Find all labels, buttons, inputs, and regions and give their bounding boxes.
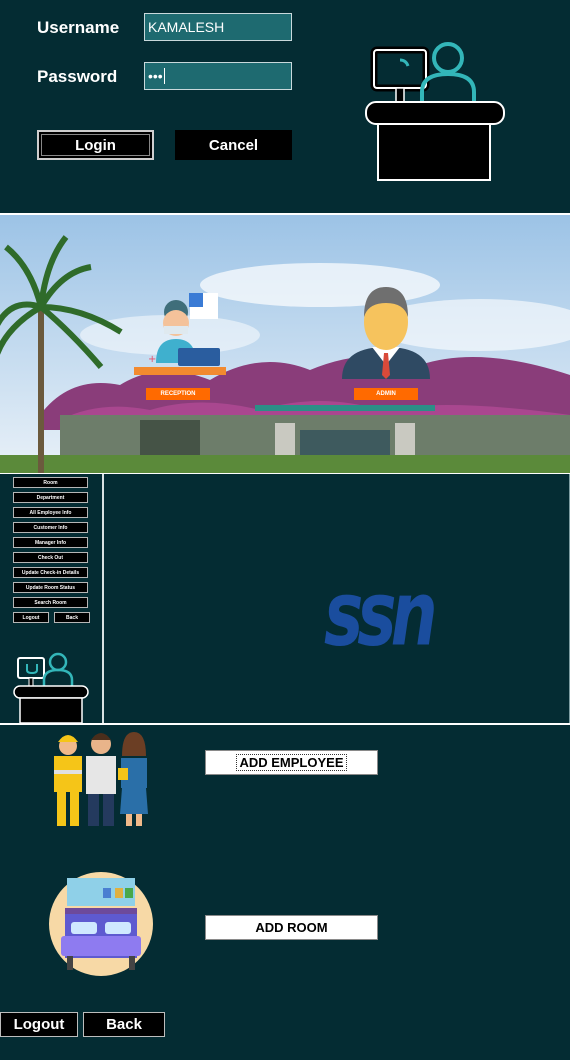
- login-button[interactable]: Login: [37, 130, 154, 160]
- add-employee-button[interactable]: ADD EMPLOYEE: [205, 750, 378, 775]
- password-mask: •••: [148, 68, 163, 84]
- employees-illustration: [54, 732, 148, 826]
- reception-tag[interactable]: RECEPTION: [146, 388, 210, 400]
- room-icon: [49, 872, 153, 976]
- add-room-button[interactable]: ADD ROOM: [205, 915, 378, 940]
- reception-desk-icon: [365, 42, 505, 181]
- login-panel: Username Password ••• Login Cancel: [0, 0, 570, 213]
- username-input[interactable]: [144, 13, 292, 41]
- menu-customer-info[interactable]: Customer Info: [13, 522, 88, 533]
- add-employee-label: ADD EMPLOYEE: [236, 754, 347, 771]
- cancel-button[interactable]: Cancel: [175, 130, 292, 160]
- menu-manager-info[interactable]: Manager Info: [13, 537, 88, 548]
- hotel-scene: + RECEPTION ADMIN: [0, 215, 570, 473]
- dashboard-content: SSN: [104, 474, 570, 723]
- admin-panel: ADD EMPLOYEE ADD ROOM Logout Back: [0, 725, 570, 1060]
- menu-update-check-in[interactable]: Update Check-in Details: [13, 567, 88, 578]
- ssn-logo-text: SSN: [324, 561, 438, 666]
- menu-update-room-status[interactable]: Update Room Status: [13, 582, 88, 593]
- menu-department[interactable]: Department: [13, 492, 88, 503]
- password-input[interactable]: •••: [144, 62, 292, 90]
- hotel-garden-image: +: [0, 215, 570, 473]
- admin-tag[interactable]: ADMIN: [354, 388, 418, 400]
- sidebar-back-button[interactable]: Back: [54, 612, 90, 623]
- sidebar: Room Department All Employee Info Custom…: [0, 474, 104, 723]
- menu-search-room[interactable]: Search Room: [13, 597, 88, 608]
- menu-room[interactable]: Room: [13, 477, 88, 488]
- username-label: Username: [37, 18, 120, 37]
- admin-logout-button[interactable]: Logout: [0, 1012, 78, 1037]
- menu-all-employee-info[interactable]: All Employee Info: [13, 507, 88, 518]
- menu-check-out[interactable]: Check Out: [13, 552, 88, 563]
- dashboard-panel: Room Department All Employee Info Custom…: [0, 474, 570, 723]
- reception-desk-icon-small: [13, 652, 89, 723]
- sidebar-logout-button[interactable]: Logout: [13, 612, 49, 623]
- ssn-logo: SSN: [324, 569, 438, 659]
- password-label: Password: [37, 67, 118, 86]
- svg-text:+: +: [148, 354, 156, 365]
- admin-back-button[interactable]: Back: [83, 1012, 165, 1037]
